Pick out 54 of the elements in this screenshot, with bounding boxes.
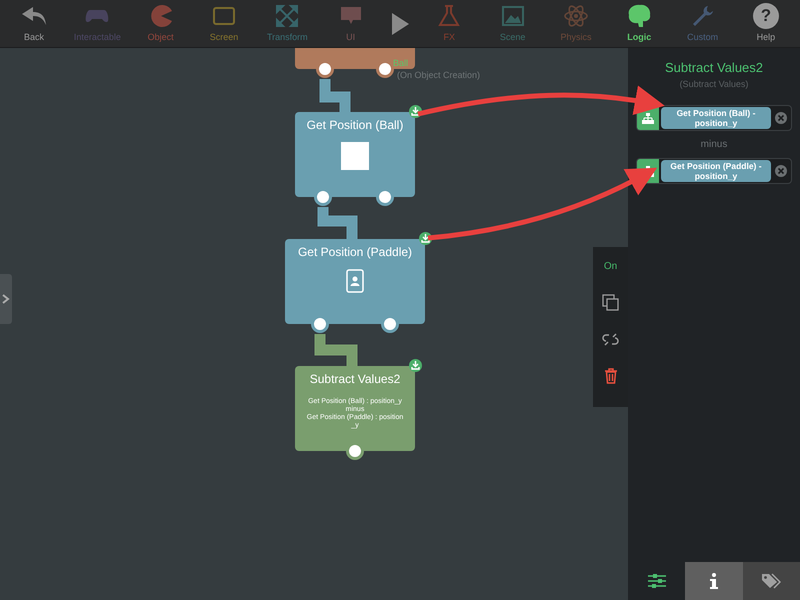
info-icon (710, 573, 718, 589)
node-title: Get Position (Ball) (306, 117, 404, 134)
toolbar-tab[interactable]: Interactable (71, 2, 124, 44)
atom-icon (562, 2, 589, 29)
contact-card-icon (346, 269, 364, 293)
connection-port[interactable] (314, 188, 332, 206)
connection-port[interactable] (311, 315, 329, 333)
node-block[interactable]: Get Position (Ball) (295, 112, 415, 197)
expand-handle[interactable] (0, 274, 12, 324)
node-title: Subtract Values2 (310, 371, 400, 388)
connection-port[interactable] (346, 442, 364, 460)
toggle-button[interactable]: On (604, 259, 618, 274)
square-icon (341, 142, 369, 170)
panel-title: Subtract Values2 (664, 59, 764, 77)
toolbar-tab[interactable]: Custom (676, 2, 729, 44)
broken-link-icon[interactable] (602, 331, 619, 348)
toolbar-tab[interactable]: FX (423, 2, 476, 44)
toolbar-tab[interactable]: Back (8, 2, 60, 44)
connection-port[interactable] (316, 60, 334, 78)
connection-port[interactable] (376, 188, 394, 206)
value-chip[interactable]: Get Position (Paddle) - position_y (661, 160, 771, 182)
trash-icon[interactable] (604, 368, 618, 384)
toolbar-tab[interactable]: UI (324, 2, 377, 44)
toolbar-tab[interactable]: Screen (198, 2, 250, 44)
node-title: Get Position (Paddle) (298, 244, 412, 261)
connector (318, 207, 358, 239)
toolbar-tab[interactable]: Logic (613, 2, 666, 44)
toolbar-tab[interactable]: Scene (486, 2, 539, 44)
connector (314, 334, 358, 366)
toolbar-tab[interactable]: Transform (261, 2, 314, 44)
connection-port[interactable] (376, 60, 394, 78)
panel-tab[interactable] (742, 562, 800, 600)
connection-port[interactable] (381, 315, 399, 333)
toolbar-tab[interactable]: Physics (550, 2, 602, 44)
help-icon: ? (752, 2, 779, 29)
value-chip[interactable]: Get Position (Ball) - position_y (661, 107, 771, 129)
toolbar-tab[interactable]: Object (134, 2, 187, 44)
panel-subtitle: (Subtract Values) (678, 78, 750, 91)
node-block[interactable] (295, 48, 415, 69)
close-icon[interactable] (775, 165, 787, 177)
flask-icon (436, 2, 462, 29)
panel-tab[interactable] (685, 562, 743, 600)
sliders-icon (648, 574, 666, 588)
copy-icon[interactable] (602, 294, 619, 311)
close-icon[interactable] (775, 112, 787, 124)
node-block[interactable]: Get Position (Paddle) (285, 239, 425, 324)
connector (320, 79, 350, 112)
node-subtitle: (On Object Creation) (397, 69, 480, 82)
export-icon[interactable] (409, 359, 422, 372)
tags-icon (761, 573, 782, 589)
expand-icon (274, 2, 300, 29)
node-title: Ball (393, 57, 408, 70)
toolbar-tab[interactable]: ? Help (740, 2, 792, 44)
operator-label: minus (700, 138, 728, 152)
